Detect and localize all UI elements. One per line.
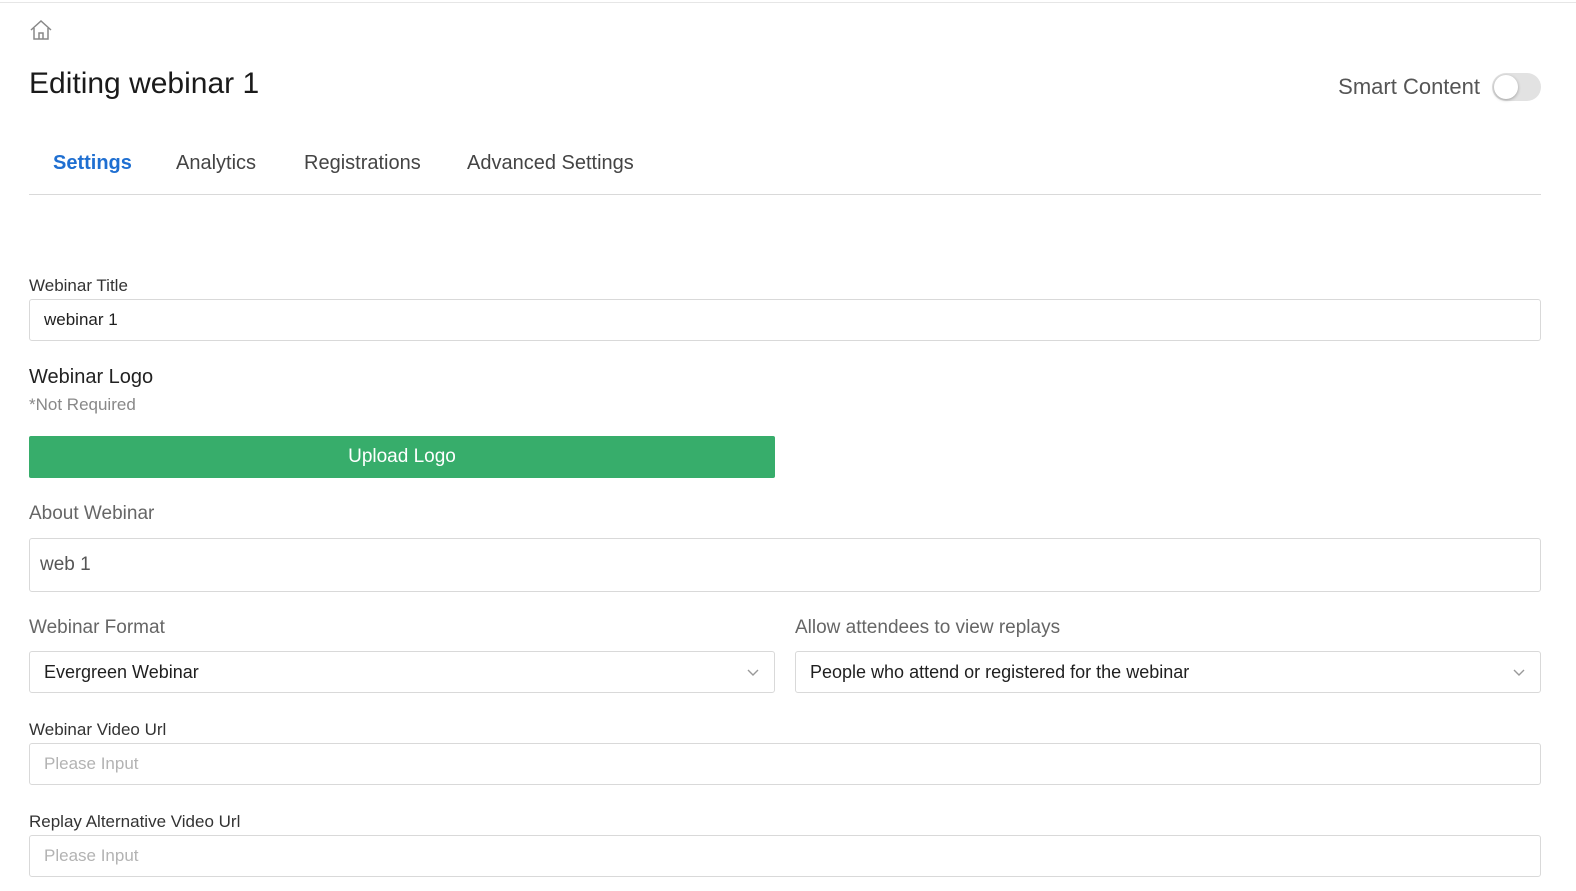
replay-alt-url-input[interactable] bbox=[29, 835, 1541, 877]
smart-content-toggle[interactable] bbox=[1492, 73, 1541, 101]
logo-not-required-note: *Not Required bbox=[29, 395, 136, 414]
webinar-title-input[interactable] bbox=[29, 299, 1541, 341]
video-url-label: Webinar Video Url bbox=[29, 720, 167, 739]
smart-content-control: Smart Content bbox=[1338, 72, 1541, 102]
webinar-format-label: Webinar Format bbox=[29, 617, 165, 638]
smart-content-label: Smart Content bbox=[1338, 74, 1480, 99]
about-webinar-input[interactable] bbox=[29, 538, 1541, 592]
video-url-input[interactable] bbox=[29, 743, 1541, 785]
webinar-format-value: Evergreen Webinar bbox=[44, 661, 199, 682]
replay-permission-select[interactable]: People who attend or registered for the … bbox=[795, 651, 1541, 693]
home-icon[interactable] bbox=[29, 19, 53, 41]
tab-bar: Settings Analytics Registrations Advance… bbox=[29, 140, 1541, 195]
chevron-down-icon bbox=[747, 669, 759, 676]
upload-logo-button[interactable]: Upload Logo bbox=[29, 436, 775, 478]
tab-analytics[interactable]: Analytics bbox=[176, 150, 256, 176]
tab-settings[interactable]: Settings bbox=[53, 150, 132, 176]
toggle-knob bbox=[1494, 75, 1518, 99]
replay-permission-label: Allow attendees to view replays bbox=[795, 617, 1061, 638]
webinar-title-label: Webinar Title bbox=[29, 276, 128, 295]
tab-advanced-settings[interactable]: Advanced Settings bbox=[467, 150, 634, 176]
about-webinar-label: About Webinar bbox=[29, 503, 155, 524]
replay-alt-url-label: Replay Alternative Video Url bbox=[29, 812, 241, 831]
chevron-down-icon bbox=[1513, 669, 1525, 676]
page-title: Editing webinar 1 bbox=[29, 67, 260, 100]
replay-permission-value: People who attend or registered for the … bbox=[810, 661, 1190, 682]
webinar-format-select[interactable]: Evergreen Webinar bbox=[29, 651, 775, 693]
webinar-logo-label: Webinar Logo bbox=[29, 366, 154, 388]
top-divider bbox=[0, 2, 1576, 3]
tab-registrations[interactable]: Registrations bbox=[304, 150, 421, 176]
